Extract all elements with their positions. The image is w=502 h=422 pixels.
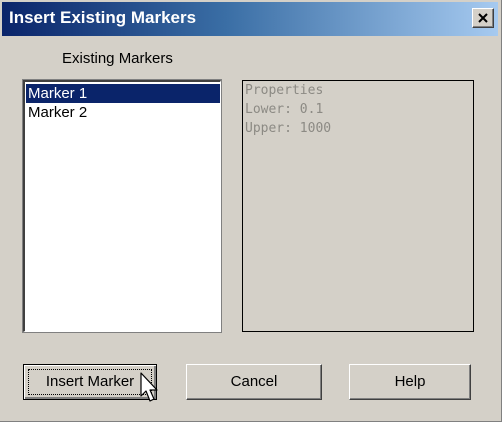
list-item-marker-2[interactable]: Marker 2 — [26, 103, 220, 122]
insert-markers-dialog: Insert Existing Markers Existing Markers… — [0, 0, 502, 422]
insert-marker-button[interactable]: Insert Marker — [23, 364, 157, 400]
close-icon — [478, 13, 488, 23]
close-button[interactable] — [472, 8, 494, 28]
help-label: Help — [394, 373, 426, 390]
upper-value: Upper: 1000 — [245, 121, 332, 136]
cancel-button[interactable]: Cancel — [186, 364, 322, 400]
title-bar[interactable]: Insert Existing Markers — [2, 2, 498, 36]
cancel-label: Cancel — [230, 373, 278, 390]
dialog-title: Insert Existing Markers — [9, 8, 197, 27]
focus-ring — [28, 369, 152, 395]
properties-panel: Properties Lower: 0.1 Upper: 1000 — [242, 80, 474, 332]
markers-listbox[interactable]: Marker 1 Marker 2 — [22, 79, 222, 333]
help-button[interactable]: Help — [349, 364, 471, 400]
mouse-pointer-icon — [140, 372, 158, 402]
properties-heading: Properties — [245, 83, 324, 98]
list-item-marker-1[interactable]: Marker 1 — [26, 84, 220, 103]
existing-markers-label: Existing Markers — [62, 50, 173, 67]
lower-value: Lower: 0.1 — [245, 102, 324, 117]
